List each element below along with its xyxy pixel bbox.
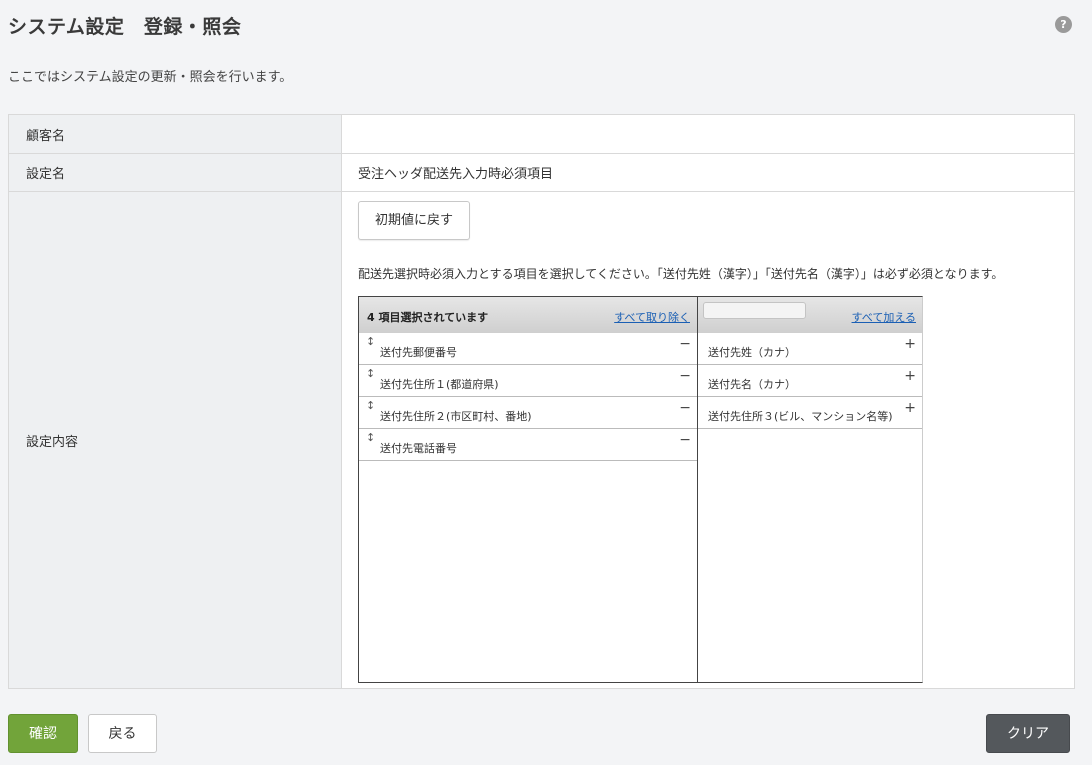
- add-item-icon[interactable]: +: [904, 337, 916, 351]
- available-items-list: すべて加える 送付先姓（カナ） + 送付先名（カナ） + 送付先住所３(ビル、マンション…: [698, 297, 922, 682]
- clear-button[interactable]: クリア: [986, 714, 1070, 753]
- remove-all-link[interactable]: すべて取り除く: [614, 309, 690, 325]
- customer-row: 顧客名: [8, 114, 1075, 154]
- back-button[interactable]: 戻る: [88, 714, 157, 753]
- list-item-label: 送付先姓（カナ）: [708, 346, 796, 359]
- list-item-label: 送付先住所１(都道府県): [380, 378, 499, 391]
- list-item[interactable]: 送付先名（カナ） +: [698, 365, 922, 397]
- reset-to-default-button[interactable]: 初期値に戻す: [358, 201, 471, 240]
- list-item-label: 送付先住所２(市区町村、番地): [380, 410, 532, 423]
- list-item-label: 送付先名（カナ）: [708, 378, 796, 391]
- list-item-label: 送付先電話番号: [380, 442, 457, 455]
- remove-item-icon[interactable]: −: [679, 401, 691, 415]
- add-all-link[interactable]: すべて加える: [852, 309, 916, 325]
- settings-form: 顧客名 設定名 受注ヘッダ配送先入力時必須項目 設定内容 初期値に戻す 配送先選…: [8, 114, 1075, 689]
- selected-items-container: ↕ 送付先郵便番号 − ↕ 送付先住所１(都道府県) − ↕ 送付先住所２(市区町村、番地) −…: [359, 333, 697, 461]
- selected-list-header: 4 項目選択されています すべて取り除く: [359, 297, 697, 333]
- customer-label: 顧客名: [8, 114, 342, 154]
- drag-handle-icon[interactable]: ↕: [366, 368, 375, 380]
- list-item-label: 送付先郵便番号: [380, 346, 457, 359]
- page-description: ここではシステム設定の更新・照会を行います。: [8, 70, 293, 85]
- filter-input[interactable]: [703, 302, 806, 319]
- setting-content-value: 初期値に戻す 配送先選択時必須入力とする項目を選択してください。「送付先姓（漢字…: [341, 191, 1075, 689]
- list-item[interactable]: ↕ 送付先郵便番号 −: [359, 333, 697, 365]
- drag-handle-icon[interactable]: ↕: [366, 432, 375, 444]
- confirm-button[interactable]: 確認: [8, 714, 78, 753]
- selected-count: 4 項目選択されています: [367, 311, 489, 324]
- list-item[interactable]: 送付先住所３(ビル、マンション名等) +: [698, 397, 922, 429]
- list-item[interactable]: ↕ 送付先電話番号 −: [359, 429, 697, 461]
- drag-handle-icon[interactable]: ↕: [366, 400, 375, 412]
- page-title: システム設定 登録・照会: [8, 16, 242, 38]
- setting-content-label: 設定内容: [8, 191, 342, 689]
- available-list-header: すべて加える: [698, 297, 922, 333]
- drag-handle-icon[interactable]: ↕: [366, 336, 375, 348]
- list-item[interactable]: 送付先姓（カナ） +: [698, 333, 922, 365]
- multiselect-lists: 4 項目選択されています すべて取り除く ↕ 送付先郵便番号 − ↕ 送付先住所１(都道…: [358, 296, 923, 683]
- remove-item-icon[interactable]: −: [679, 433, 691, 447]
- add-item-icon[interactable]: +: [904, 369, 916, 383]
- remove-item-icon[interactable]: −: [679, 369, 691, 383]
- setting-name-value: 受注ヘッダ配送先入力時必須項目: [341, 153, 1075, 192]
- instruction-text: 配送先選択時必須入力とする項目を選択してください。「送付先姓（漢字）」「送付先名…: [358, 267, 1004, 281]
- add-item-icon[interactable]: +: [904, 401, 916, 415]
- list-item[interactable]: ↕ 送付先住所２(市区町村、番地) −: [359, 397, 697, 429]
- list-item[interactable]: ↕ 送付先住所１(都道府県) −: [359, 365, 697, 397]
- help-icon[interactable]: ?: [1055, 16, 1072, 33]
- available-items-container: 送付先姓（カナ） + 送付先名（カナ） + 送付先住所３(ビル、マンション名等) +: [698, 333, 922, 429]
- list-item-label: 送付先住所３(ビル、マンション名等): [708, 410, 893, 423]
- setting-name-row: 設定名 受注ヘッダ配送先入力時必須項目: [8, 153, 1075, 192]
- customer-value: [341, 114, 1075, 154]
- setting-content-row: 設定内容 初期値に戻す 配送先選択時必須入力とする項目を選択してください。「送付…: [8, 191, 1075, 689]
- selected-items-list: 4 項目選択されています すべて取り除く ↕ 送付先郵便番号 − ↕ 送付先住所１(都道…: [359, 297, 698, 682]
- setting-name-label: 設定名: [8, 153, 342, 192]
- remove-item-icon[interactable]: −: [679, 337, 691, 351]
